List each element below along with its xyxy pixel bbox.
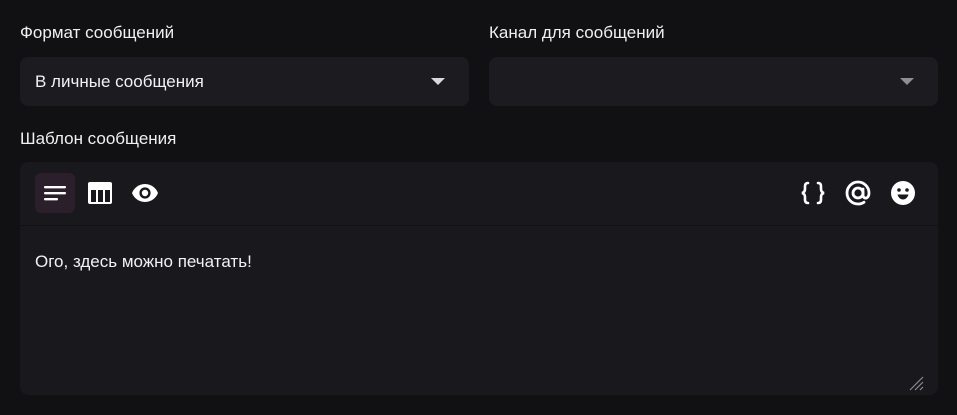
at-icon bbox=[845, 180, 871, 206]
chevron-down-icon bbox=[431, 78, 445, 85]
eye-icon bbox=[132, 184, 158, 202]
format-field-label: Формат сообщений bbox=[20, 23, 175, 42]
format-select-value: В личные сообщения bbox=[35, 71, 204, 91]
braces-icon bbox=[801, 181, 825, 205]
channel-field-label: Канал для сообщений bbox=[489, 23, 665, 42]
mention-button[interactable] bbox=[838, 173, 878, 213]
preview-button[interactable] bbox=[125, 173, 165, 213]
channel-select[interactable] bbox=[489, 57, 938, 106]
message-settings-form: Формат сообщений В личные сообщения Кана… bbox=[0, 0, 957, 415]
table-icon bbox=[88, 182, 112, 204]
template-editor: Ого, здесь можно печатать! bbox=[20, 162, 938, 395]
emoji-icon bbox=[891, 181, 915, 205]
template-textarea[interactable]: Ого, здесь можно печатать! bbox=[35, 252, 252, 272]
resize-handle-icon[interactable] bbox=[906, 373, 924, 391]
text-format-icon bbox=[44, 186, 66, 201]
chevron-down-icon bbox=[900, 78, 914, 85]
format-select[interactable]: В личные сообщения bbox=[20, 57, 469, 106]
table-button[interactable] bbox=[80, 173, 120, 213]
text-format-button[interactable] bbox=[35, 173, 75, 213]
template-text: Ого, здесь можно печатать! bbox=[35, 252, 252, 271]
variables-button[interactable] bbox=[793, 173, 833, 213]
emoji-button[interactable] bbox=[883, 173, 923, 213]
editor-toolbar bbox=[20, 162, 938, 226]
template-field-label: Шаблон сообщения bbox=[20, 129, 177, 148]
